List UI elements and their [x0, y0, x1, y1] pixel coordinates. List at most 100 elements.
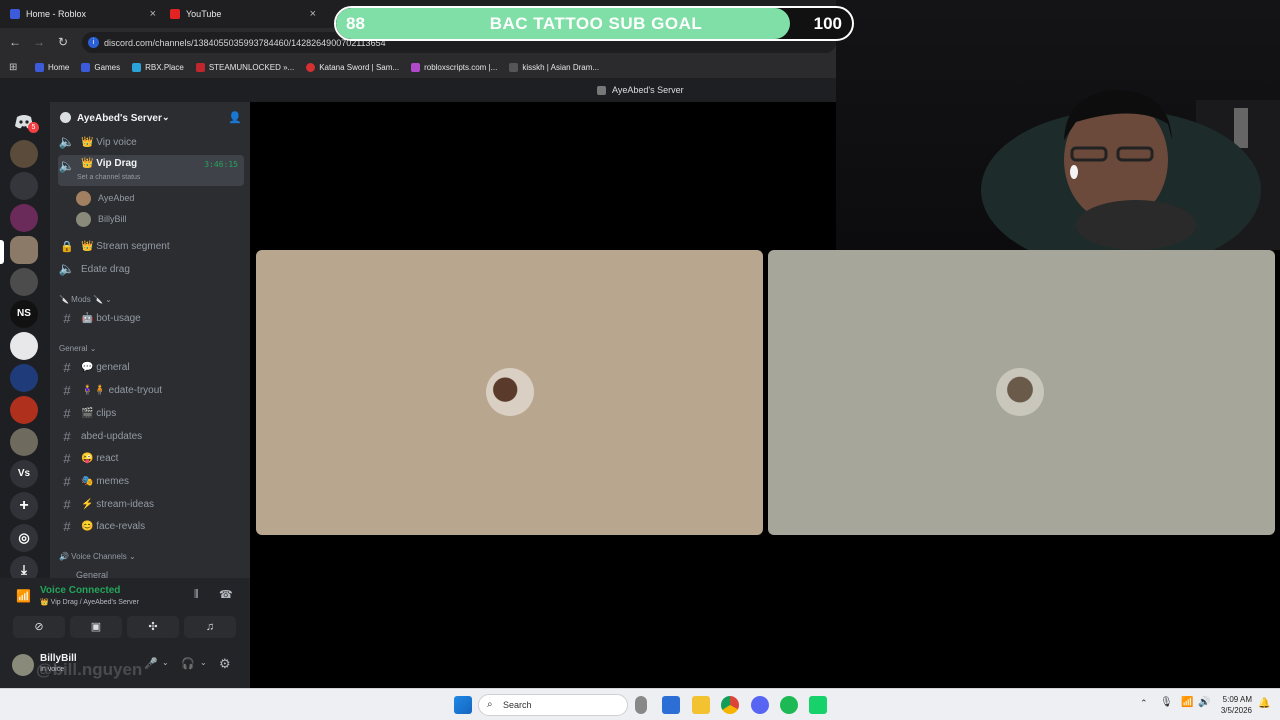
bookmark-steamunlocked[interactable]: STEAMUNLOCKED »... — [195, 62, 294, 72]
channel-bot-usage[interactable]: # 🤖 bot-usage — [58, 308, 244, 328]
back-icon[interactable]: ← — [8, 35, 22, 49]
discover-icon[interactable]: ◎ — [10, 524, 38, 552]
disconnect-icon[interactable]: ☎ — [219, 588, 233, 601]
user-avatar[interactable] — [12, 654, 34, 676]
taskbar-search[interactable]: ⌕ Search — [478, 694, 628, 716]
start-windows-icon[interactable] — [454, 696, 472, 714]
server-icon-1[interactable] — [10, 140, 38, 168]
spotify-icon[interactable] — [780, 696, 798, 714]
discord-home-button[interactable]: 5 — [10, 107, 39, 135]
server-header[interactable]: AyeAbed's Server ⌄ 👤 — [50, 102, 250, 134]
channel-stream-segment[interactable]: 🔒 👑 Stream segment — [58, 236, 244, 256]
sub-goal-target: 100 — [813, 14, 842, 33]
participant-tile-ayeabed[interactable] — [256, 250, 763, 535]
channel-stream-ideas[interactable]: # ⚡ stream-ideas — [58, 494, 244, 514]
roblox-favicon-icon — [10, 9, 20, 19]
locked-speaker-icon: 🔒 — [60, 240, 74, 253]
system-clock[interactable]: 5:09 AM 3/5/2026 — [1221, 694, 1252, 716]
server-icon-ns[interactable]: NS — [10, 300, 38, 328]
site-info-icon[interactable]: i — [88, 37, 99, 48]
bookmark-label: Games — [94, 62, 121, 72]
channel-memes[interactable]: # 🎭 memes — [58, 471, 244, 491]
bookmark-kisskh[interactable]: kisskh | Asian Dram... — [509, 62, 599, 72]
reload-icon[interactable]: ↻ — [56, 35, 70, 49]
discord-title-strip: AyeAbed's Server — [0, 78, 836, 102]
server-icon-9[interactable] — [10, 396, 38, 424]
notification-bell-icon[interactable]: 🔔 — [1258, 698, 1270, 709]
channel-general[interactable]: # 💬 general — [58, 357, 244, 377]
headphones-icon[interactable]: 🎧 — [181, 657, 195, 670]
participant-tile-billybill[interactable] — [768, 250, 1275, 535]
chevron-down-icon[interactable]: ⌄ — [200, 658, 207, 667]
server-icon-8[interactable] — [10, 364, 38, 392]
server-boost-icon — [60, 112, 71, 123]
server-icon-vs[interactable]: Vs — [10, 460, 38, 488]
volume-icon[interactable]: 🔊 — [1198, 697, 1210, 708]
share-screen-button[interactable]: ▣ — [70, 616, 122, 638]
server-icon-10[interactable] — [10, 428, 38, 456]
category-voice-channels[interactable]: 🔊 Voice Channels ⌄ — [59, 552, 136, 561]
channel-clips[interactable]: # 🎬 clips — [58, 403, 244, 423]
bookmark-home[interactable]: Home — [35, 62, 69, 72]
bookmark-games[interactable]: Games — [81, 62, 121, 72]
app-icon[interactable] — [809, 696, 827, 714]
chrome-icon[interactable] — [721, 696, 739, 714]
server-icon-5[interactable] — [10, 268, 38, 296]
channel-edate-tryout[interactable]: # 🧍‍♀️🧍 edate-tryout — [58, 380, 244, 400]
server-icon-3[interactable] — [10, 204, 38, 232]
bookmark-katana[interactable]: Katana Sword | Sam... — [306, 62, 399, 72]
forward-icon[interactable]: → — [32, 35, 46, 49]
add-server-icon[interactable]: + — [10, 492, 38, 520]
wifi-icon[interactable]: 📶 — [1181, 697, 1193, 708]
channel-edate-drag[interactable]: 🔈 Edate drag — [58, 259, 244, 279]
mic-tray-icon[interactable]: 🎙 — [1160, 697, 1173, 708]
tab-roblox[interactable]: Home - Roblox × — [10, 4, 160, 24]
widgets-icon[interactable] — [662, 696, 680, 714]
discord-taskbar-icon[interactable] — [751, 696, 769, 714]
roblox-icon — [81, 62, 91, 72]
close-tab-icon[interactable]: × — [150, 8, 156, 20]
bookmark-robloxscripts[interactable]: robloxscripts.com |... — [411, 62, 498, 72]
camera-off-button[interactable]: ⊘ — [13, 616, 65, 638]
channel-label: 💬 general — [81, 361, 130, 373]
microphone-icon[interactable]: 🎤 — [144, 657, 158, 670]
close-tab-icon[interactable]: × — [310, 8, 316, 20]
channel-face-revals[interactable]: # 😊 face-revals — [58, 516, 244, 536]
tab-youtube[interactable]: YouTube × — [170, 4, 320, 24]
voice-status[interactable]: Voice Connected — [40, 585, 120, 596]
copilot-icon[interactable] — [635, 696, 647, 714]
channel-vip-voice[interactable]: 🔈 👑 Vip voice — [58, 132, 244, 152]
channel-status-hint[interactable]: Set a channel status — [77, 174, 140, 181]
server-icon-ayeabed[interactable] — [10, 236, 38, 264]
activities-button[interactable]: ✣ — [127, 616, 179, 638]
signal-icon[interactable]: 📶 — [16, 589, 31, 603]
add-member-icon[interactable]: 👤 — [228, 111, 242, 124]
clock-time: 5:09 AM — [1222, 695, 1252, 704]
hash-icon: # — [63, 518, 71, 534]
channel-react[interactable]: # 😜 react — [58, 448, 244, 468]
windows-taskbar: ⌕ Search ⌃ 🎙 📶 🔊 5:09 AM 3/5/2026 🔔 — [0, 688, 1280, 720]
file-explorer-icon[interactable] — [692, 696, 710, 714]
voice-member-billybill[interactable]: BillyBill — [76, 209, 127, 229]
voice-location[interactable]: 👑 Vip Drag / AyeAbed's Server — [40, 598, 139, 606]
chevron-down-icon[interactable]: ⌄ — [162, 658, 169, 667]
gear-icon[interactable]: ⚙ — [219, 656, 231, 672]
channel-vip-drag[interactable]: 🔈 👑 Vip Drag 3:46:15 Set a channel statu… — [58, 155, 244, 186]
voice-timer: 3:46:15 — [204, 160, 238, 169]
channel-label: 👑 Stream segment — [81, 240, 170, 252]
avatar — [76, 190, 91, 206]
noise-suppression-icon[interactable]: ⫼ — [194, 589, 199, 600]
server-icon-7[interactable] — [10, 332, 38, 360]
category-general[interactable]: General ⌄ — [59, 344, 96, 353]
search-placeholder: Search — [503, 700, 532, 710]
soundboard-button[interactable]: ♫ — [184, 616, 236, 638]
bookmark-rbxplace[interactable]: RBX.Place — [132, 62, 184, 72]
tray-chevron-up-icon[interactable]: ⌃ — [1140, 698, 1148, 709]
category-mods[interactable]: 🔪 Mods 🔪 ⌄ — [59, 295, 112, 304]
channel-abed-updates[interactable]: # abed-updates — [58, 426, 244, 446]
server-icon-2[interactable] — [10, 172, 38, 200]
apps-grid-icon[interactable]: ⊞ — [9, 62, 21, 73]
server-icon — [597, 85, 606, 95]
bookmark-label: robloxscripts.com |... — [424, 62, 498, 72]
voice-member-ayeabed[interactable]: AyeAbed — [76, 188, 134, 208]
